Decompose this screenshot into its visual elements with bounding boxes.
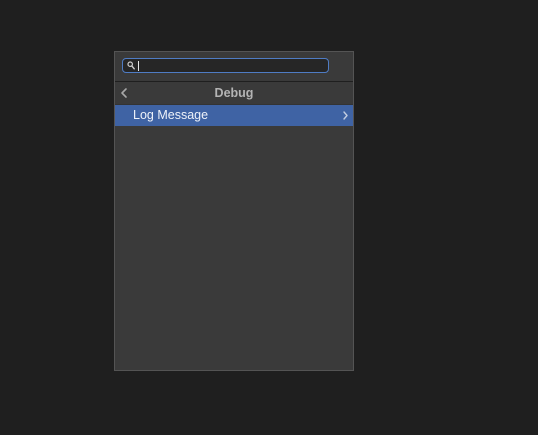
search-icon xyxy=(127,61,135,70)
text-cursor xyxy=(138,61,139,71)
search-input[interactable] xyxy=(137,59,325,72)
search-field[interactable] xyxy=(122,58,329,73)
nav-header: Debug xyxy=(115,82,353,105)
chevron-right-icon xyxy=(343,111,348,120)
nav-title: Debug xyxy=(214,86,254,100)
list-item-label: Log Message xyxy=(133,108,209,122)
list-item-log-message[interactable]: Log Message xyxy=(115,105,353,126)
action-picker-popup: Debug Log Message xyxy=(114,51,354,371)
action-list: Log Message xyxy=(115,105,353,126)
search-bar xyxy=(115,52,353,82)
